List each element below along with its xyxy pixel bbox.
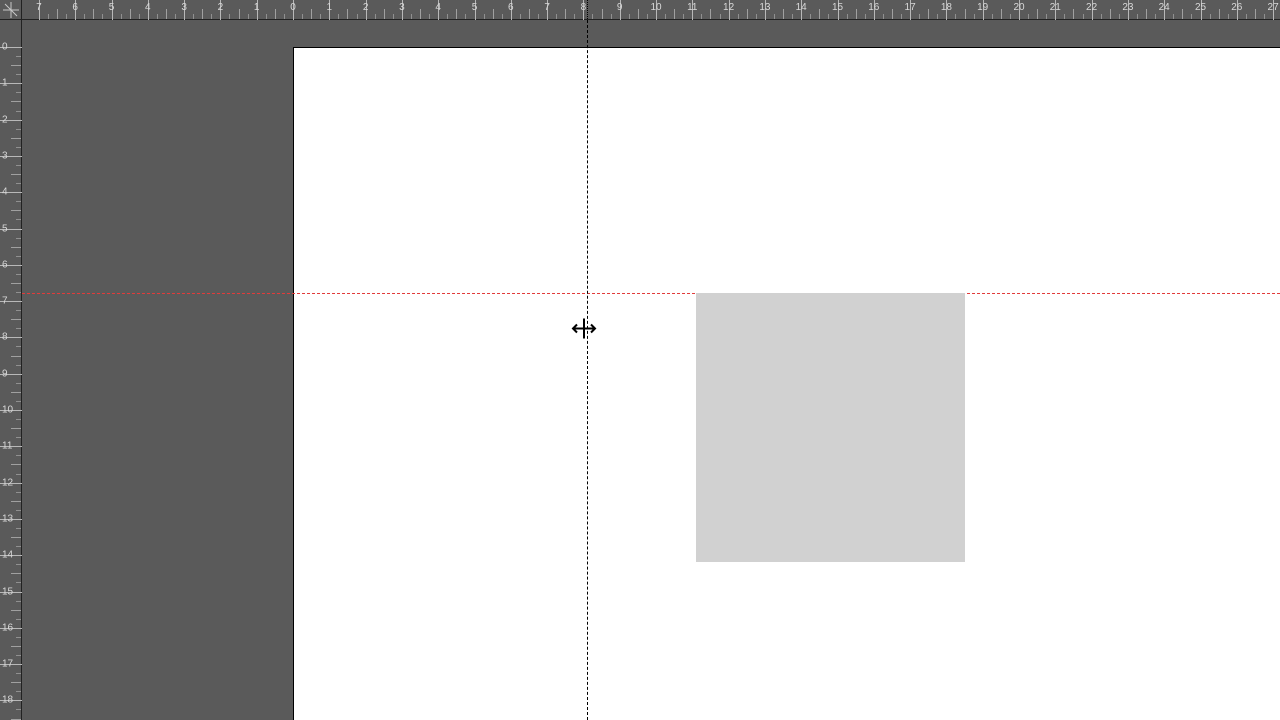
ruler-h-label: 20 xyxy=(1013,2,1024,13)
ruler-h-label: 7 xyxy=(36,2,42,13)
ruler-v-label: 14 xyxy=(2,550,13,561)
ruler-h-label: 0 xyxy=(290,2,296,13)
ruler-h-label: 4 xyxy=(145,2,151,13)
ruler-h-label: 2 xyxy=(218,2,224,13)
ruler-h-label: 14 xyxy=(796,2,807,13)
ruler-h-label: 2 xyxy=(363,2,369,13)
ruler-h-label: 26 xyxy=(1231,2,1242,13)
ruler-h-label: 13 xyxy=(759,2,770,13)
vertical-ruler[interactable]: 012345678910111213141516171819 xyxy=(0,20,22,720)
ruler-v-label: 10 xyxy=(2,405,13,416)
ruler-h-label: 6 xyxy=(72,2,78,13)
ruler-h-label: 10 xyxy=(650,2,661,13)
rectangle-shape[interactable] xyxy=(696,293,965,562)
ruler-v-label: 7 xyxy=(2,296,8,307)
ruler-h-label: 3 xyxy=(399,2,405,13)
ruler-h-label: 5 xyxy=(109,2,115,13)
ruler-v-label: 4 xyxy=(2,187,8,198)
ruler-h-label: 21 xyxy=(1050,2,1061,13)
ruler-v-label: 15 xyxy=(2,586,13,597)
ruler-h-label: 23 xyxy=(1122,2,1133,13)
ruler-v-label: 8 xyxy=(2,332,8,343)
ruler-v-label: 5 xyxy=(2,223,8,234)
ruler-h-label: 9 xyxy=(617,2,623,13)
ruler-h-label: 4 xyxy=(435,2,441,13)
ruler-v-label: 12 xyxy=(2,477,13,488)
ruler-h-label: 3 xyxy=(181,2,187,13)
ruler-v-label: 18 xyxy=(2,695,13,706)
crosshair-icon xyxy=(3,2,19,18)
ruler-origin[interactable] xyxy=(0,0,22,20)
ruler-h-label: 1 xyxy=(327,2,333,13)
ruler-v-label: 6 xyxy=(2,259,8,270)
ruler-h-label: 6 xyxy=(508,2,514,13)
canvas-workspace[interactable] xyxy=(22,20,1280,720)
ruler-v-label: 2 xyxy=(2,114,8,125)
ruler-h-label: 12 xyxy=(723,2,734,13)
ruler-h-label: 19 xyxy=(977,2,988,13)
ruler-h-label: 8 xyxy=(581,2,587,13)
ruler-v-label: 17 xyxy=(2,659,13,670)
horizontal-ruler[interactable]: 7654321012345678910111213141516171819202… xyxy=(22,0,1280,20)
ruler-h-label: 5 xyxy=(472,2,478,13)
ruler-h-label: 27 xyxy=(1268,2,1279,13)
ruler-v-label: 3 xyxy=(2,150,8,161)
ruler-v-label: 11 xyxy=(2,441,12,452)
ruler-v-label: 9 xyxy=(2,368,8,379)
ruler-v-label: 1 xyxy=(2,78,8,89)
ruler-h-label: 24 xyxy=(1159,2,1170,13)
ruler-v-label: 0 xyxy=(2,42,8,53)
vertical-guide-line[interactable] xyxy=(587,20,588,720)
ruler-h-label: 18 xyxy=(941,2,952,13)
ruler-v-label: 16 xyxy=(2,622,13,633)
ruler-h-label: 1 xyxy=(254,2,260,13)
ruler-h-label: 11 xyxy=(687,2,697,13)
ruler-h-label: 17 xyxy=(905,2,916,13)
ruler-h-label: 7 xyxy=(544,2,550,13)
ruler-h-label: 25 xyxy=(1195,2,1206,13)
ruler-h-label: 16 xyxy=(868,2,879,13)
ruler-h-label: 22 xyxy=(1086,2,1097,13)
ruler-h-label: 15 xyxy=(832,2,843,13)
ruler-v-label: 13 xyxy=(2,513,13,524)
